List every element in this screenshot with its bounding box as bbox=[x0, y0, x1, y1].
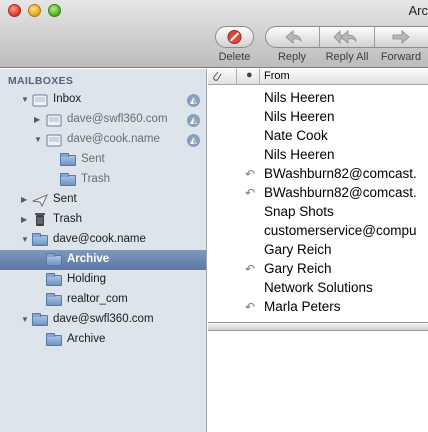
folder-icon bbox=[60, 153, 76, 166]
activity-icon: ◭ bbox=[187, 114, 200, 127]
inbox-icon bbox=[46, 114, 62, 127]
trash-icon bbox=[35, 213, 45, 226]
column-header: ● From bbox=[208, 69, 428, 85]
forward-icon bbox=[392, 30, 410, 44]
folder-icon bbox=[32, 233, 48, 246]
sidebar-item-inbox-cook[interactable]: ▼ dave@cook.name ◭ bbox=[0, 130, 206, 150]
sidebar-item-archive[interactable]: Archive bbox=[0, 250, 206, 270]
pane-splitter[interactable] bbox=[208, 322, 428, 331]
message-row[interactable]: Nils Heeren bbox=[208, 107, 428, 126]
reply-all-icon bbox=[333, 30, 357, 44]
sent-icon bbox=[32, 194, 48, 207]
folder-icon bbox=[32, 313, 48, 326]
reply-icon bbox=[285, 30, 302, 44]
from-column-header[interactable]: From bbox=[264, 70, 290, 82]
folder-icon bbox=[46, 293, 62, 306]
close-window-button[interactable] bbox=[8, 4, 21, 17]
sidebar-item-swfl360-archive[interactable]: Archive bbox=[0, 330, 206, 350]
replied-icon: ↶ bbox=[245, 167, 256, 181]
activity-icon: ◭ bbox=[187, 94, 200, 107]
sidebar-item-swfl360-account[interactable]: ▼ dave@swfl360.com bbox=[0, 310, 206, 330]
reply-all-label: Reply All bbox=[325, 51, 369, 63]
disclosure-closed-icon[interactable]: ▶ bbox=[21, 196, 29, 204]
sidebar-item-realtor-com[interactable]: realtor_com bbox=[0, 290, 206, 310]
message-row[interactable]: ↶ Marla Peters bbox=[208, 297, 428, 316]
reply-all-button[interactable] bbox=[320, 27, 375, 47]
forward-label: Forward bbox=[380, 51, 422, 63]
folder-icon bbox=[46, 253, 62, 266]
message-row[interactable]: ↶ BWashburn82@comcast. bbox=[208, 164, 428, 183]
inbox-icon bbox=[32, 94, 48, 107]
delete-icon bbox=[227, 30, 242, 44]
disclosure-closed-icon[interactable]: ▶ bbox=[34, 116, 42, 124]
reply-segmented-control bbox=[265, 26, 428, 48]
disclosure-closed-icon[interactable]: ▶ bbox=[21, 216, 29, 224]
mailboxes-sidebar: MAILBOXES ▼ Inbox ◭ ▶ dave@swfl360.com ◭… bbox=[0, 69, 207, 432]
disclosure-open-icon[interactable]: ▼ bbox=[34, 136, 42, 144]
window-title: Arc bbox=[408, 3, 428, 18]
message-list: ● From Nils Heeren Nils Heeren Nate Cook… bbox=[208, 69, 428, 325]
toolbar: Arc Delete Reply Reply All Forward bbox=[0, 0, 428, 68]
activity-icon: ◭ bbox=[187, 134, 200, 147]
delete-label: Delete bbox=[218, 51, 251, 63]
replied-icon: ↶ bbox=[245, 186, 256, 200]
message-row[interactable]: customerservice@compu bbox=[208, 221, 428, 240]
sidebar-item-cook-trash[interactable]: Trash bbox=[0, 170, 206, 190]
message-row[interactable]: Network Solutions bbox=[208, 278, 428, 297]
sidebar-item-inbox[interactable]: ▼ Inbox ◭ bbox=[0, 90, 206, 110]
message-row[interactable]: Nate Cook bbox=[208, 126, 428, 145]
sidebar-item-holding[interactable]: Holding bbox=[0, 270, 206, 290]
sidebar-item-cook-account[interactable]: ▼ dave@cook.name bbox=[0, 230, 206, 250]
forward-button[interactable] bbox=[375, 27, 428, 47]
message-row[interactable]: Nils Heeren bbox=[208, 88, 428, 107]
sidebar-item-trash[interactable]: ▶ Trash bbox=[0, 210, 206, 230]
mailboxes-header: MAILBOXES bbox=[8, 75, 74, 87]
sidebar-item-cook-sent[interactable]: Sent bbox=[0, 150, 206, 170]
status-column-header[interactable]: ● bbox=[246, 69, 253, 81]
disclosure-open-icon[interactable]: ▼ bbox=[21, 316, 29, 324]
message-row[interactable]: Snap Shots bbox=[208, 202, 428, 221]
reply-label: Reply bbox=[277, 51, 307, 63]
zoom-window-button[interactable] bbox=[48, 4, 61, 17]
folder-icon bbox=[46, 273, 62, 286]
sidebar-item-sent[interactable]: ▶ Sent bbox=[0, 190, 206, 210]
folder-icon bbox=[60, 173, 76, 186]
replied-icon: ↶ bbox=[245, 262, 256, 276]
disclosure-open-icon[interactable]: ▼ bbox=[21, 236, 29, 244]
attachment-icon[interactable] bbox=[212, 70, 222, 85]
inbox-icon bbox=[46, 134, 62, 147]
message-row[interactable]: ↶ Gary Reich bbox=[208, 259, 428, 278]
message-row[interactable]: Gary Reich bbox=[208, 240, 428, 259]
sidebar-item-inbox-swfl360[interactable]: ▶ dave@swfl360.com ◭ bbox=[0, 110, 206, 130]
delete-button[interactable] bbox=[215, 26, 254, 48]
message-row[interactable]: Nils Heeren bbox=[208, 145, 428, 164]
minimize-window-button[interactable] bbox=[28, 4, 41, 17]
message-preview-pane bbox=[208, 331, 428, 432]
reply-button[interactable] bbox=[266, 27, 321, 47]
replied-icon: ↶ bbox=[245, 300, 256, 314]
disclosure-open-icon[interactable]: ▼ bbox=[21, 96, 29, 104]
folder-icon bbox=[46, 333, 62, 346]
message-row[interactable]: ↶ BWashburn82@comcast. bbox=[208, 183, 428, 202]
